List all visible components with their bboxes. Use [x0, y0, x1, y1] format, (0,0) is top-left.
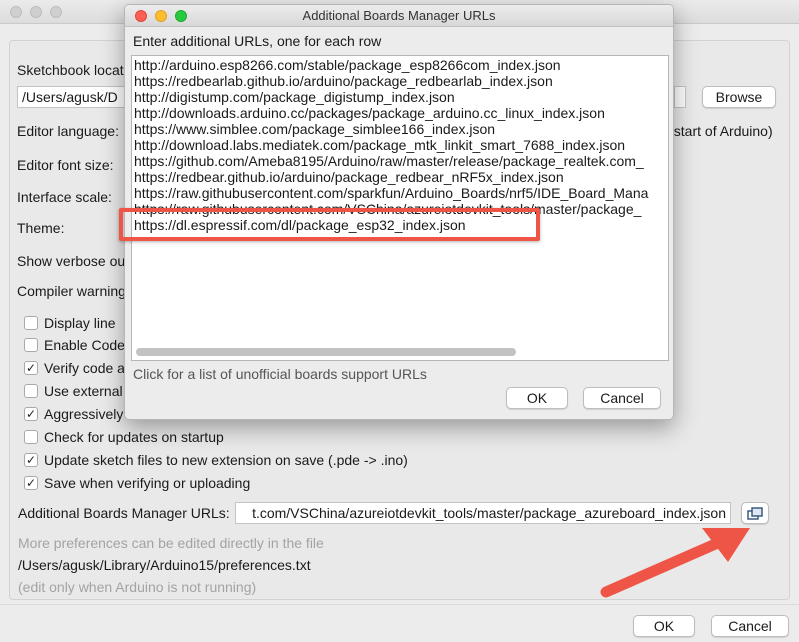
dialog-title: Additional Boards Manager URLs [302, 8, 496, 23]
horizontal-scrollbar[interactable] [136, 348, 516, 356]
save-when-verifying-option[interactable]: ✓ Save when verifying or uploading [24, 474, 250, 492]
annotation-arrow-icon [600, 528, 750, 598]
checkbox-checked[interactable]: ✓ [24, 361, 38, 375]
checkbox-checked[interactable]: ✓ [24, 476, 38, 490]
option-label: Use external [44, 383, 123, 399]
more-prefs-note: More preferences can be edited directly … [18, 535, 324, 551]
preferences-ok-button[interactable]: OK [633, 615, 695, 637]
option-label: Check for updates on startup [44, 429, 224, 445]
checkbox[interactable] [24, 430, 38, 444]
maximize-icon[interactable] [50, 6, 62, 18]
unofficial-urls-link[interactable]: Click for a list of unofficial boards su… [133, 366, 427, 382]
url-line: http://downloads.arduino.cc/packages/pac… [134, 105, 605, 121]
option-label: Update sketch files to new extension on … [44, 452, 408, 468]
maximize-icon[interactable] [175, 10, 187, 22]
sketchbook-path-field[interactable]: /Users/agusk/D [17, 86, 137, 108]
boards-urls-label: Additional Boards Manager URLs: [18, 505, 230, 521]
use-external-editor-option[interactable]: Use external [24, 382, 123, 400]
url-line: http://download.labs.mediatek.com/packag… [134, 137, 626, 153]
sketchbook-label: Sketchbook locat [17, 62, 124, 78]
checkbox[interactable] [24, 316, 38, 330]
minimize-icon[interactable] [155, 10, 167, 22]
display-line-numbers-option[interactable]: Display line [24, 314, 116, 332]
theme-label: Theme: [17, 220, 65, 236]
option-label: Aggressively [44, 406, 124, 422]
interface-scale-label: Interface scale: [17, 189, 112, 205]
browse-button[interactable]: Browse [702, 86, 776, 108]
edit-note: (edit only when Arduino is not running) [18, 579, 257, 595]
dialog-instruction: Enter additional URLs, one for each row [133, 33, 382, 49]
url-line: http://arduino.esp8266.com/stable/packag… [134, 57, 561, 73]
checkbox[interactable] [24, 384, 38, 398]
minimize-icon[interactable] [30, 6, 42, 18]
check-updates-option[interactable]: Check for updates on startup [24, 428, 224, 446]
update-sketch-files-option[interactable]: ✓ Update sketch files to new extension o… [24, 451, 408, 469]
restart-note: estart of Arduino) [666, 123, 773, 139]
verbose-output-label: Show verbose ou [17, 253, 126, 269]
option-label: Enable Code [44, 337, 125, 353]
close-icon[interactable] [135, 10, 147, 22]
aggressively-cache-option[interactable]: ✓ Aggressively [24, 405, 123, 423]
preferences-file-path: /Users/agusk/Library/Arduino15/preferenc… [18, 557, 311, 573]
url-line: https://redbear.github.io/arduino/packag… [134, 169, 564, 185]
url-line: http://digistump.com/package_digistump_i… [134, 89, 455, 105]
editor-language-label: Editor language: [17, 123, 119, 139]
url-line: https://raw.githubusercontent.com/sparkf… [134, 185, 649, 201]
dialog-cancel-button[interactable]: Cancel [583, 387, 661, 409]
url-line: https://github.com/Ameba8195/Arduino/raw… [134, 153, 644, 169]
preferences-cancel-button[interactable]: Cancel [711, 615, 789, 637]
enable-code-folding-option[interactable]: Enable Code [24, 336, 125, 354]
checkbox[interactable] [24, 338, 38, 352]
url-line: https://www.simblee.com/package_simblee1… [134, 121, 496, 137]
close-icon[interactable] [10, 6, 22, 18]
sketchbook-path-field-end [674, 86, 686, 108]
checkbox-checked[interactable]: ✓ [24, 453, 38, 467]
url-line: https://redbearlab.github.io/arduino/pac… [134, 73, 553, 89]
dialog-titlebar: Additional Boards Manager URLs [125, 5, 673, 27]
checkbox-checked[interactable]: ✓ [24, 407, 38, 421]
dialog-ok-button[interactable]: OK [506, 387, 568, 409]
compiler-warnings-label: Compiler warning [17, 283, 126, 299]
option-label: Save when verifying or uploading [44, 475, 251, 491]
verify-code-option[interactable]: ✓ Verify code a [24, 359, 125, 377]
option-label: Verify code a [44, 360, 125, 376]
editor-font-size-label: Editor font size: [17, 157, 114, 173]
option-label: Display line [44, 315, 116, 331]
esp32-url-highlight [119, 208, 540, 241]
